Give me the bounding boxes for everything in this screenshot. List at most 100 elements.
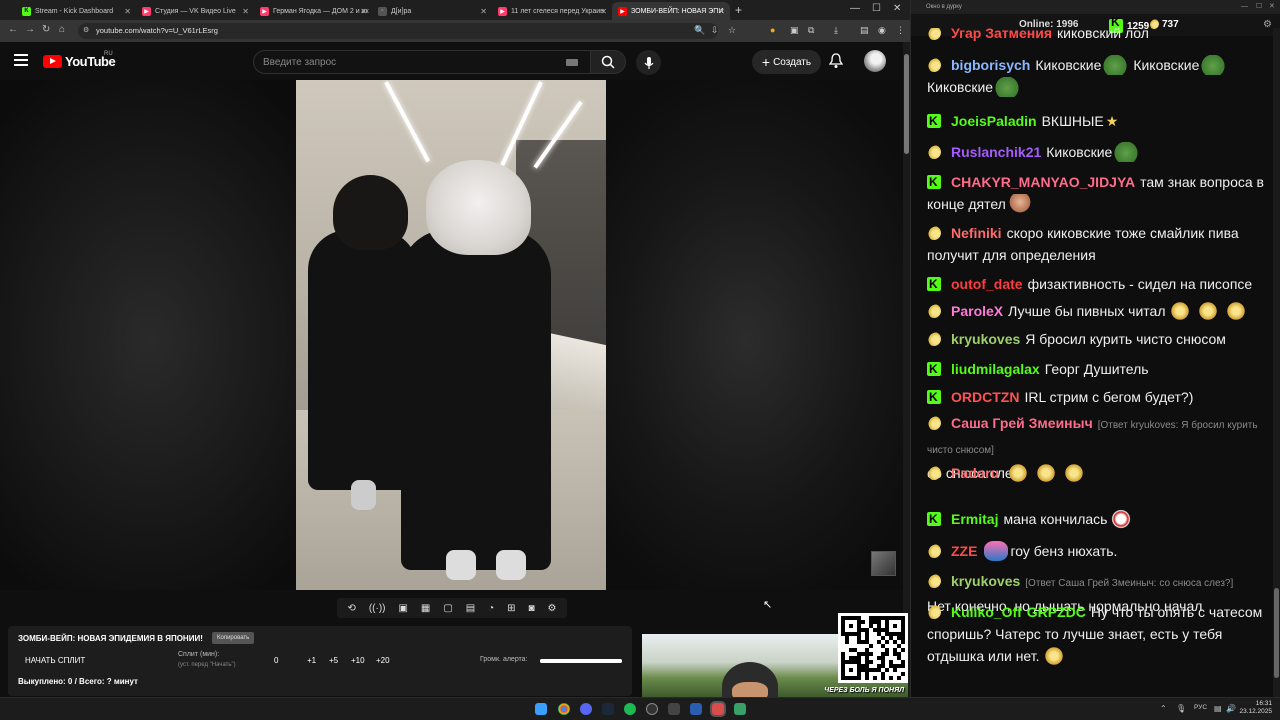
close-icon[interactable]: ✕ xyxy=(718,7,725,16)
repeat-icon[interactable]: ⟲ xyxy=(347,603,355,614)
search-input[interactable]: Введите запрос xyxy=(253,50,591,74)
forward-icon[interactable]: → xyxy=(25,24,35,35)
chat-username[interactable]: Ruslanchik21 xyxy=(951,144,1041,160)
voice-search-button[interactable] xyxy=(636,50,661,75)
page-scrollbar[interactable] xyxy=(903,42,910,697)
extension-icon[interactable]: ▣ xyxy=(790,25,799,36)
maximize-icon[interactable]: ☐ xyxy=(872,3,881,14)
camera-icon[interactable]: ◙ xyxy=(529,603,535,614)
network-icon[interactable]: ▤ xyxy=(1214,704,1222,713)
chat-username[interactable]: bigborisych xyxy=(951,57,1030,73)
new-tab-icon[interactable]: + xyxy=(735,3,742,17)
chat-username[interactable]: Ermitaj xyxy=(951,511,998,527)
hamburger-menu-icon[interactable] xyxy=(14,54,28,66)
tab-german-yagodka[interactable]: ▶ Герман Ягодка — ДОМ 2 и ак ✕ xyxy=(254,2,372,20)
start-icon[interactable] xyxy=(535,703,547,715)
video-frame[interactable] xyxy=(296,80,606,590)
youtube-logo[interactable]: YouTube RU xyxy=(43,51,116,69)
close-icon[interactable]: ✕ xyxy=(124,7,131,16)
app-icon[interactable] xyxy=(690,703,702,715)
add-20-button[interactable]: +20 xyxy=(376,656,390,665)
microphone-icon[interactable]: 🎙 xyxy=(1176,704,1186,713)
volume-icon[interactable]: 🔊 xyxy=(1226,704,1236,713)
chat-username[interactable]: kryukoves xyxy=(951,331,1020,347)
tab-dira[interactable]: ◦ Д[и]ра ✕ xyxy=(372,2,492,20)
home-icon[interactable]: ⌂ xyxy=(59,24,65,35)
film-icon[interactable]: ▦ xyxy=(421,603,430,614)
speedometer-icon[interactable]: ◔ xyxy=(488,603,494,614)
copy-button[interactable]: Копировать xyxy=(212,632,255,644)
video-player[interactable] xyxy=(0,80,903,590)
chat-username[interactable]: JoeisPaladin xyxy=(951,113,1037,129)
crop-icon[interactable]: ▢ xyxy=(443,603,452,614)
add-10-button[interactable]: +10 xyxy=(351,656,365,665)
spotify-icon[interactable] xyxy=(624,703,636,715)
steam-icon[interactable] xyxy=(602,703,614,715)
close-icon[interactable]: ✕ xyxy=(1269,0,1275,14)
minimize-icon[interactable]: — xyxy=(1241,0,1248,14)
maximize-icon[interactable]: ☐ xyxy=(1256,0,1262,14)
account-avatar[interactable] xyxy=(864,50,886,72)
clock[interactable]: 16:31 23.12.2025 xyxy=(1239,700,1272,716)
add-media-icon[interactable]: ⊞ xyxy=(507,603,515,614)
app-icon[interactable] xyxy=(668,703,680,715)
alert-volume-slider[interactable] xyxy=(540,659,622,663)
app-icon[interactable] xyxy=(712,703,724,715)
chrome-icon[interactable] xyxy=(558,703,570,715)
site-info-icon[interactable]: ⚙ xyxy=(83,26,89,34)
chat-username[interactable]: Nefiniki xyxy=(951,225,1002,241)
notifications-bell-icon[interactable] xyxy=(829,53,843,69)
sidebar-icon[interactable]: ▤ xyxy=(860,25,869,36)
downloads-icon[interactable]: ⤓ xyxy=(834,25,838,36)
keyboard-icon[interactable] xyxy=(566,59,578,66)
chat-username[interactable]: Padoru xyxy=(951,465,999,481)
extension-icon[interactable]: ● xyxy=(770,25,775,35)
broadcast-icon[interactable]: ((·)) xyxy=(369,603,386,614)
chevron-up-icon[interactable]: ⌃ xyxy=(1160,704,1167,713)
tab-zombie-vape[interactable]: ▶ ЗОМБИ-ВЕЙП: НОВАЯ ЭПИ ✕ xyxy=(612,2,730,20)
chat-username[interactable]: ParoleX xyxy=(951,303,1003,319)
add-1-button[interactable]: +1 xyxy=(307,656,316,665)
back-icon[interactable]: ← xyxy=(8,24,18,35)
zoom-icon[interactable]: 🔍 xyxy=(694,25,705,36)
tab-vk-studio[interactable]: ▶ Студия — VK Видео Live ✕ xyxy=(136,2,254,20)
close-icon[interactable]: ✕ xyxy=(242,7,249,16)
chat-username[interactable]: Kuliko_Off xyxy=(951,604,1022,620)
minimize-icon[interactable]: — xyxy=(850,3,860,14)
close-window-icon[interactable]: ✕ xyxy=(893,3,901,14)
chat-username[interactable]: liudmilagalax xyxy=(951,361,1040,377)
create-button[interactable]: + Создать xyxy=(752,50,821,74)
chat-username[interactable]: ZZE xyxy=(951,543,977,559)
extensions-puzzle-icon[interactable]: ⧉ xyxy=(808,25,814,36)
clapper-icon[interactable]: ▤ xyxy=(466,603,475,614)
tab-11-years[interactable]: ▶ 11 лет сгелеся перед Украин ✕ xyxy=(492,2,612,20)
chat-message-list[interactable]: Угар Затмения киковский лол bigborisych Кик… xyxy=(911,28,1273,697)
tab-kick-dashboard[interactable]: K Stream - Kick Dashboard ✕ xyxy=(16,2,136,20)
chat-username[interactable]: outof_date xyxy=(951,276,1023,292)
browser-menu-icon[interactable]: ⋮ xyxy=(896,25,905,36)
chat-username[interactable]: ORDCTZN xyxy=(951,389,1019,405)
start-split-button[interactable]: НАЧАТЬ СПЛИТ xyxy=(25,656,85,665)
language-indicator[interactable]: РУС xyxy=(1194,704,1207,711)
url-field[interactable]: ⚙ youtube.com/watch?v=U_V61rLEsrg xyxy=(78,23,718,39)
chat-username[interactable]: Саша Грей Змеиныч xyxy=(951,415,1093,431)
add-5-button[interactable]: +5 xyxy=(329,656,338,665)
chat-scrollbar[interactable] xyxy=(1273,28,1280,697)
chat-username[interactable]: Угар Затмения xyxy=(951,28,1052,41)
obs-icon[interactable] xyxy=(646,703,658,715)
close-icon[interactable]: ✕ xyxy=(600,7,607,16)
chat-username[interactable]: GRPZDC xyxy=(1027,604,1086,620)
discord-icon[interactable] xyxy=(580,703,592,715)
settings-icon[interactable]: ⚙ xyxy=(548,603,557,614)
search-button[interactable] xyxy=(590,50,626,74)
close-icon[interactable]: ✕ xyxy=(360,7,367,16)
bookmark-star-icon[interactable]: ☆ xyxy=(728,25,736,36)
reload-icon[interactable]: ↻ xyxy=(42,24,50,35)
chat-username[interactable]: CHAKYR_MANYAO_JIDJYA xyxy=(951,174,1135,190)
profile-icon[interactable]: ◉ xyxy=(878,25,886,36)
chat-username[interactable]: kryukoves xyxy=(951,573,1020,589)
screen-icon[interactable]: ▣ xyxy=(398,603,407,614)
app-icon[interactable] xyxy=(734,703,746,715)
install-icon[interactable]: ⇩ xyxy=(711,25,719,36)
channel-watermark[interactable] xyxy=(871,551,896,576)
